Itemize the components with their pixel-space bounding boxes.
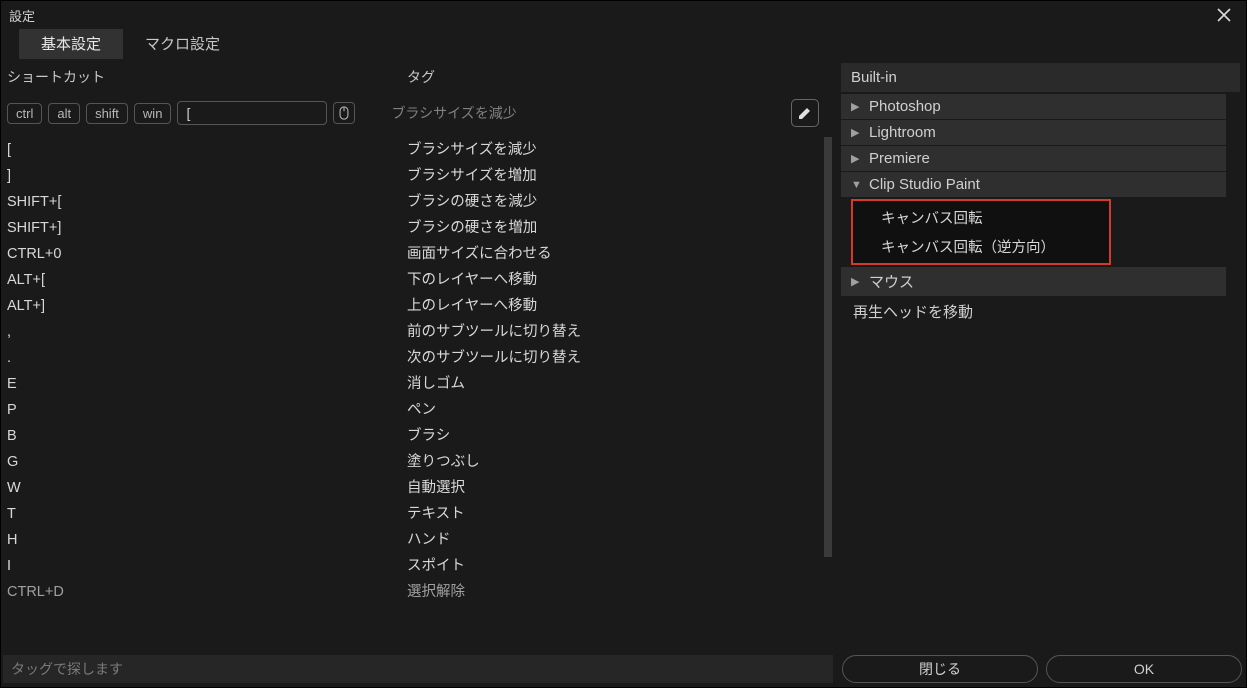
settings-dialog: 設定 基本設定 マクロ設定 ショートカット タグ ctrl alt shift … [0, 0, 1247, 688]
tree-item-premiere[interactable]: ▶Premiere [841, 146, 1226, 171]
table-row[interactable]: ALT+[下のレイヤーへ移動 [3, 267, 821, 293]
tag-preview: ブラシサイズを減少 [391, 103, 785, 123]
left-pane: ショートカット タグ ctrl alt shift win ブラシサイズを減少 [3, 61, 837, 687]
table-row[interactable]: ALT+]上のレイヤーへ移動 [3, 293, 821, 319]
table-row[interactable]: SHIFT+]ブラシの硬さを増加 [3, 215, 821, 241]
modkey-win[interactable]: win [134, 103, 172, 124]
table-row[interactable]: E消しゴム [3, 371, 821, 397]
tree-item-mouse[interactable]: ▶マウス [841, 267, 1226, 296]
tree-item-playhead[interactable]: 再生ヘッドを移動 [841, 297, 1226, 326]
search-input[interactable] [11, 661, 825, 677]
shortcut-input-row: ctrl alt shift win ブラシサイズを減少 [3, 93, 837, 137]
close-icon[interactable] [1210, 1, 1238, 29]
tree-item-lightroom[interactable]: ▶Lightroom [841, 120, 1226, 145]
tree-item-photoshop[interactable]: ▶Photoshop [841, 94, 1226, 119]
preset-tree: ▶Photoshop ▶Lightroom ▶Premiere ▼Clip St… [841, 94, 1226, 687]
tabs: 基本設定 マクロ設定 [1, 29, 1246, 59]
key-input[interactable] [177, 101, 327, 125]
table-row[interactable]: ]ブラシサイズを増加 [3, 163, 821, 189]
table-row[interactable]: Iスポイト [3, 553, 821, 579]
table-row[interactable]: CTRL+0画面サイズに合わせる [3, 241, 821, 267]
table-row[interactable]: SHIFT+[ブラシの硬さを減少 [3, 189, 821, 215]
tree-sub-canvas-rotate[interactable]: キャンバス回転 [853, 203, 1109, 232]
modkey-shift[interactable]: shift [86, 103, 128, 124]
search-row [3, 655, 833, 683]
scrollbar-thumb[interactable] [824, 137, 832, 557]
titlebar: 設定 [1, 1, 1246, 29]
table-row[interactable]: ,前のサブツールに切り替え [3, 319, 821, 345]
csp-children-highlight: キャンバス回転 キャンバス回転（逆方向） [851, 199, 1111, 265]
ok-button[interactable]: OK [1046, 655, 1242, 683]
modkey-ctrl[interactable]: ctrl [7, 103, 42, 124]
table-row[interactable]: Tテキスト [3, 501, 821, 527]
chevron-right-icon: ▶ [851, 152, 863, 165]
mouse-icon[interactable] [333, 102, 355, 124]
table-row[interactable]: Pペン [3, 397, 821, 423]
tree-item-csp[interactable]: ▼Clip Studio Paint [841, 172, 1226, 197]
table-row[interactable]: Bブラシ [3, 423, 821, 449]
table-row[interactable]: [ブラシサイズを減少 [3, 137, 821, 163]
content: ショートカット タグ ctrl alt shift win ブラシサイズを減少 [1, 59, 1246, 687]
table-row[interactable]: CTRL+D選択解除 [3, 579, 821, 605]
tree-sub-canvas-rotate-reverse[interactable]: キャンバス回転（逆方向） [853, 232, 1109, 261]
chevron-right-icon: ▶ [851, 100, 863, 113]
table-row[interactable]: .次のサブツールに切り替え [3, 345, 821, 371]
tab-basic[interactable]: 基本設定 [19, 29, 123, 59]
edit-button[interactable] [791, 99, 819, 127]
column-headers: ショートカット タグ [3, 61, 837, 93]
shortcut-table: [ブラシサイズを減少 ]ブラシサイズを増加 SHIFT+[ブラシの硬さを減少 S… [3, 137, 833, 655]
chevron-right-icon: ▶ [851, 275, 863, 288]
table-row[interactable]: G塗りつぶし [3, 449, 821, 475]
col-header-tag: タグ [407, 67, 837, 87]
chevron-down-icon: ▼ [851, 179, 863, 191]
table-row[interactable]: Hハンド [3, 527, 821, 553]
modkey-alt[interactable]: alt [48, 103, 80, 124]
side-header: Built-in [841, 63, 1240, 92]
chevron-right-icon: ▶ [851, 126, 863, 139]
footer-buttons: 閉じる OK [842, 655, 1242, 683]
right-pane: Built-in ▶Photoshop ▶Lightroom ▶Premiere… [839, 61, 1244, 687]
table-viewport: [ブラシサイズを減少 ]ブラシサイズを増加 SHIFT+[ブラシの硬さを減少 S… [3, 137, 821, 655]
window-title: 設定 [9, 6, 35, 25]
col-header-shortcut: ショートカット [7, 67, 407, 87]
table-row[interactable]: W自動選択 [3, 475, 821, 501]
close-button[interactable]: 閉じる [842, 655, 1038, 683]
table-scrollbar[interactable] [823, 137, 833, 655]
tab-macro[interactable]: マクロ設定 [123, 29, 242, 59]
